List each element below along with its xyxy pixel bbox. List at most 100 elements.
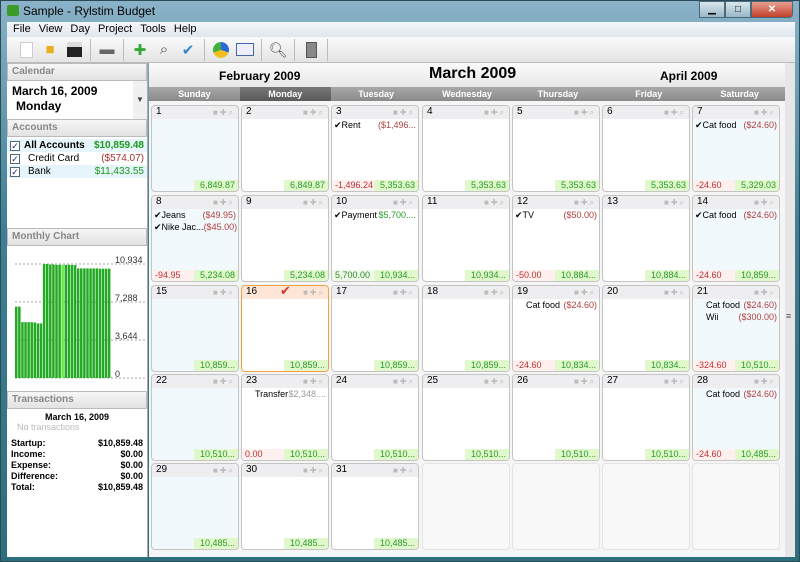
notes-icon[interactable]: ■ — [664, 198, 671, 207]
find-transaction-icon[interactable]: ⌕ — [153, 39, 175, 61]
minimize-button[interactable]: ▁ — [699, 1, 725, 18]
notes-icon[interactable]: ■ — [213, 377, 220, 386]
zoom-icon[interactable]: ⌕ — [500, 377, 506, 386]
menu-view[interactable]: View — [37, 22, 69, 37]
day-cell[interactable]: 22 ■✚⌕ 10,510... — [151, 374, 239, 461]
day-cell[interactable]: 14 ■✚⌕ ✔Cat food ($24.60) -24.60 10,859... — [692, 195, 780, 282]
zoom-icon[interactable]: ⌕ — [680, 198, 686, 207]
notes-icon[interactable]: ■ — [303, 288, 310, 297]
add-icon[interactable]: ✚ — [581, 108, 590, 117]
notes-icon[interactable]: ■ — [393, 466, 400, 475]
transaction-row[interactable]: Wii ($300.00) — [693, 312, 779, 323]
new-file-icon[interactable] — [15, 39, 37, 61]
zoom-icon[interactable]: ⌕ — [319, 108, 325, 117]
zoom-icon[interactable]: ⌕ — [500, 198, 506, 207]
day-cell[interactable]: 25 ■✚⌕ 10,510... — [422, 374, 510, 461]
day-cell[interactable]: 12 ■✚⌕ ✔TV ($50.00) -50.00 10,884... — [512, 195, 600, 282]
zoom-icon[interactable]: ⌕ — [319, 377, 325, 386]
day-cell[interactable]: 11 ■✚⌕ 10,934... — [422, 195, 510, 282]
zoom-icon[interactable]: ⌕ — [409, 198, 415, 207]
day-cell[interactable]: 4 ■✚⌕ 5,353.63 — [422, 105, 510, 192]
day-cell[interactable]: 27 ■✚⌕ 10,510... — [602, 374, 690, 461]
maximize-button[interactable]: □ — [725, 1, 751, 18]
day-cell[interactable]: 28 ■✚⌕ Cat food ($24.60) -24.60 10,485... — [692, 374, 780, 461]
notes-icon[interactable]: ■ — [664, 377, 671, 386]
day-cell[interactable]: 9 ■✚⌕ 5,234.08 — [241, 195, 329, 282]
search-icon[interactable]: 🔍︎ — [267, 39, 289, 61]
zoom-icon[interactable]: ⌕ — [770, 377, 776, 386]
transaction-row[interactable]: ✔TV ($50.00) — [513, 210, 599, 221]
transaction-row[interactable]: ✔Payment $5,700.... — [332, 210, 418, 221]
zoom-icon[interactable]: ⌕ — [319, 198, 325, 207]
transaction-row[interactable]: ✔Jeans ($49.95) — [152, 210, 238, 221]
notes-icon[interactable]: ■ — [484, 288, 491, 297]
account-checkbox[interactable]: ✓ — [10, 140, 20, 151]
add-icon[interactable]: ✚ — [310, 288, 319, 297]
close-button[interactable]: ✕ — [751, 1, 793, 18]
day-cell[interactable]: 21 ■✚⌕ Cat food ($24.60) Wii ($300.00) -324.… — [692, 285, 780, 372]
account-checkbox[interactable]: ✓ — [10, 166, 20, 177]
zoom-icon[interactable]: ⌕ — [229, 198, 235, 207]
notes-icon[interactable]: ■ — [303, 377, 310, 386]
day-cell[interactable]: 13 ■✚⌕ 10,884... — [602, 195, 690, 282]
line-chart-icon[interactable] — [234, 39, 256, 61]
notes-icon[interactable]: ■ — [213, 198, 220, 207]
notes-icon[interactable]: ■ — [303, 108, 310, 117]
day-cell[interactable]: 20 ■✚⌕ 10,834... — [602, 285, 690, 372]
zoom-icon[interactable]: ⌕ — [590, 108, 596, 117]
notes-icon[interactable]: ■ — [393, 288, 400, 297]
transaction-row[interactable]: ✔Cat food ($24.60) — [693, 210, 779, 221]
notes-icon[interactable]: ■ — [574, 377, 581, 386]
notes-icon[interactable]: ■ — [664, 288, 671, 297]
day-cell[interactable]: 17 ■✚⌕ 10,859... — [331, 285, 419, 372]
add-icon[interactable]: ✚ — [761, 108, 770, 117]
day-cell[interactable]: 24 ■✚⌕ 10,510... — [331, 374, 419, 461]
menu-help[interactable]: Help — [172, 22, 203, 37]
print-icon[interactable]: ▬ — [96, 39, 118, 61]
add-icon[interactable]: ✚ — [671, 198, 680, 207]
day-cell[interactable]: 2 ■✚⌕ 6,849.87 — [241, 105, 329, 192]
zoom-icon[interactable]: ⌕ — [500, 288, 506, 297]
add-icon[interactable]: ✚ — [671, 377, 680, 386]
vertical-scrollbar[interactable]: ≡ — [785, 63, 795, 557]
day-cell[interactable]: 6 ■✚⌕ 5,353.63 — [602, 105, 690, 192]
pie-chart-icon[interactable] — [210, 39, 232, 61]
transaction-row[interactable]: Transfer $2,348.... — [242, 389, 328, 400]
zoom-icon[interactable]: ⌕ — [409, 466, 415, 475]
chevron-down-icon[interactable]: ▼ — [133, 81, 147, 119]
add-icon[interactable]: ✚ — [491, 108, 500, 117]
zoom-icon[interactable]: ⌕ — [229, 466, 235, 475]
notes-icon[interactable]: ■ — [393, 108, 400, 117]
next-month-button[interactable]: April 2009 — [660, 69, 717, 83]
account-checkbox[interactable]: ✓ — [10, 153, 20, 164]
zoom-icon[interactable]: ⌕ — [680, 377, 686, 386]
add-icon[interactable]: ✚ — [310, 108, 319, 117]
add-icon[interactable]: ✚ — [220, 288, 229, 297]
save-icon[interactable] — [63, 39, 85, 61]
menu-file[interactable]: File — [11, 22, 37, 37]
notes-icon[interactable]: ■ — [393, 198, 400, 207]
add-icon[interactable]: ✚ — [761, 198, 770, 207]
add-icon[interactable]: ✚ — [671, 288, 680, 297]
account-row[interactable]: ✓ All Accounts $10,859.48 — [7, 139, 147, 152]
day-cell[interactable]: 29 ■✚⌕ 10,485... — [151, 463, 239, 550]
notes-icon[interactable]: ■ — [213, 108, 220, 117]
zoom-icon[interactable]: ⌕ — [229, 108, 235, 117]
add-icon[interactable]: ✚ — [310, 198, 319, 207]
prev-month-button[interactable]: February 2009 — [219, 69, 300, 83]
zoom-icon[interactable]: ⌕ — [770, 108, 776, 117]
zoom-icon[interactable]: ⌕ — [409, 288, 415, 297]
day-cell[interactable]: 30 ■✚⌕ 10,485... — [241, 463, 329, 550]
add-icon[interactable]: ✚ — [581, 198, 590, 207]
zoom-icon[interactable]: ⌕ — [680, 108, 686, 117]
day-cell[interactable]: 7 ■✚⌕ ✔Cat food ($24.60) -24.60 5,329.03 — [692, 105, 780, 192]
zoom-icon[interactable]: ⌕ — [770, 288, 776, 297]
zoom-icon[interactable]: ⌕ — [409, 108, 415, 117]
notes-icon[interactable]: ■ — [303, 466, 310, 475]
add-icon[interactable]: ✚ — [761, 377, 770, 386]
add-icon[interactable]: ✚ — [581, 377, 590, 386]
transaction-row[interactable]: Cat food ($24.60) — [693, 389, 779, 400]
check-transaction-icon[interactable]: ✔ — [177, 39, 199, 61]
notes-icon[interactable]: ■ — [213, 466, 220, 475]
add-icon[interactable]: ✚ — [220, 198, 229, 207]
